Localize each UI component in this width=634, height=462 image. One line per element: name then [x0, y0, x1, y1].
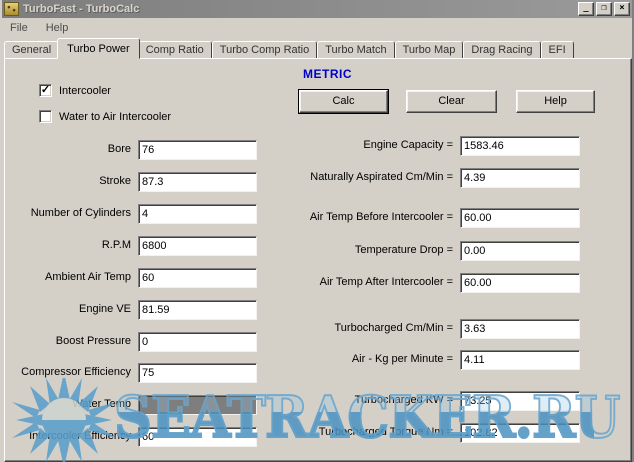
field-row: Boost Pressure — [138, 332, 257, 352]
air-temp-after-intercooler-label: Air Temp After Intercooler = — [320, 276, 453, 288]
water-temp-label: Water Temp — [72, 398, 131, 410]
intercooler-checkbox-row: ✓ Intercooler — [39, 84, 111, 97]
engine-capacity-output[interactable] — [460, 136, 580, 156]
title-bar: TurboFast - TurboCalc _ ❐ × — [2, 0, 632, 18]
water-intercooler-checkbox-row: Water to Air Intercooler — [39, 110, 171, 123]
bore-label: Bore — [108, 143, 131, 155]
field-row: Air Temp Before Intercooler = — [460, 208, 580, 228]
water-to-air-intercooler-checkbox[interactable] — [39, 110, 52, 123]
clear-button[interactable]: Clear — [406, 90, 497, 113]
field-row: Number of Cylinders — [138, 204, 257, 224]
air-temp-before-intercooler-output[interactable] — [460, 208, 580, 228]
water-to-air-intercooler-checkbox-label: Water to Air Intercooler — [59, 111, 171, 123]
turbo-power-panel: METRIC ✓ Intercooler Water to Air Interc… — [4, 58, 632, 462]
close-button[interactable]: × — [614, 2, 630, 16]
engine-capacity-label: Engine Capacity = — [363, 139, 453, 151]
air-temp-before-intercooler-label: Air Temp Before Intercooler = — [310, 211, 453, 223]
air-temp-after-intercooler-output[interactable] — [460, 273, 580, 293]
naturally-aspirated-cmmin-output[interactable] — [460, 168, 580, 188]
compressor-efficiency-input[interactable] — [138, 363, 257, 383]
rpm-label: R.P.M — [102, 239, 131, 251]
boost-pressure-input[interactable] — [138, 332, 257, 352]
field-row: Engine VE — [138, 300, 257, 320]
app-window: TurboFast - TurboCalc _ ❐ × File Help Ge… — [0, 0, 634, 462]
field-row: Ambient Air Temp — [138, 268, 257, 288]
tab-turbo-comp-ratio[interactable]: Turbo Comp Ratio — [212, 41, 317, 59]
menu-bar: File Help — [2, 18, 632, 37]
turbocharged-cmmin-output[interactable] — [460, 319, 580, 339]
turbocharged-torque-nm-label: Turbocharged Torque Nm = — [319, 426, 453, 438]
checkmark-icon: ✓ — [41, 84, 50, 96]
naturally-aspirated-cmmin-label: Naturally Aspirated Cm/Min = — [310, 171, 453, 183]
field-row: Air Temp After Intercooler = — [460, 273, 580, 293]
menu-file[interactable]: File — [8, 21, 30, 35]
stroke-label: Stroke — [99, 175, 131, 187]
bore-input[interactable] — [138, 140, 257, 160]
temperature-drop-output[interactable] — [460, 241, 580, 261]
field-row: R.P.M — [138, 236, 257, 256]
tab-efi[interactable]: EFI — [541, 41, 574, 59]
field-row: Turbocharged Cm/Min = — [460, 319, 580, 339]
intercooler-checkbox[interactable]: ✓ — [39, 84, 52, 97]
stroke-input[interactable] — [138, 172, 257, 192]
intercooler-efficiency-input[interactable] — [138, 427, 257, 447]
help-button[interactable]: Help — [516, 90, 595, 113]
menu-help[interactable]: Help — [44, 21, 71, 35]
temperature-drop-label: Temperature Drop = — [355, 244, 453, 256]
tab-turbo-map[interactable]: Turbo Map — [395, 41, 464, 59]
intercooler-checkbox-label: Intercooler — [59, 85, 111, 97]
tab-turbo-power[interactable]: Turbo Power — [57, 38, 140, 59]
field-row: Water Temp — [138, 395, 257, 415]
minimize-button[interactable]: _ — [578, 2, 594, 16]
air-kg-per-minute-output[interactable] — [460, 350, 580, 370]
turbocharged-torque-nm-output[interactable] — [460, 423, 580, 443]
engine-ve-input[interactable] — [138, 300, 257, 320]
field-row: Compressor Efficiency — [138, 363, 257, 383]
field-row: Air - Kg per Minute = — [460, 350, 580, 370]
turbocharged-kw-label: Turbocharged KW = — [355, 394, 453, 406]
field-row: Stroke — [138, 172, 257, 192]
metric-mode-label: METRIC — [303, 67, 352, 81]
calc-button[interactable]: Calc — [299, 90, 388, 113]
app-icon — [4, 2, 19, 16]
field-row: Temperature Drop = — [460, 241, 580, 261]
field-row: Intercooler Efficiency — [138, 427, 257, 447]
tab-comp-ratio[interactable]: Comp Ratio — [138, 41, 212, 59]
tab-turbo-match[interactable]: Turbo Match — [317, 41, 394, 59]
number-of-cylinders-label: Number of Cylinders — [31, 207, 131, 219]
turbocharged-cmmin-label: Turbocharged Cm/Min = — [334, 322, 453, 334]
maximize-button[interactable]: ❐ — [596, 2, 612, 16]
turbocharged-kw-output[interactable] — [460, 391, 580, 411]
field-row: Turbocharged Torque Nm = — [460, 423, 580, 443]
tab-drag-racing[interactable]: Drag Racing — [463, 41, 540, 59]
engine-ve-label: Engine VE — [79, 303, 131, 315]
water-temp-input — [138, 395, 257, 415]
tab-strip: General Turbo Power Comp Ratio Turbo Com… — [4, 38, 628, 59]
intercooler-efficiency-label: Intercooler Efficiency — [29, 430, 131, 442]
ambient-air-temp-input[interactable] — [138, 268, 257, 288]
rpm-input[interactable] — [138, 236, 257, 256]
field-row: Bore — [138, 140, 257, 160]
tab-general[interactable]: General — [4, 41, 59, 59]
compressor-efficiency-label: Compressor Efficiency — [21, 366, 131, 378]
field-row: Naturally Aspirated Cm/Min = — [460, 168, 580, 188]
field-row: Turbocharged KW = — [460, 391, 580, 411]
window-title: TurboFast - TurboCalc — [23, 3, 578, 15]
field-row: Engine Capacity = — [460, 136, 580, 156]
boost-pressure-label: Boost Pressure — [56, 335, 131, 347]
number-of-cylinders-input[interactable] — [138, 204, 257, 224]
air-kg-per-minute-label: Air - Kg per Minute = — [352, 353, 453, 365]
ambient-air-temp-label: Ambient Air Temp — [45, 271, 131, 283]
